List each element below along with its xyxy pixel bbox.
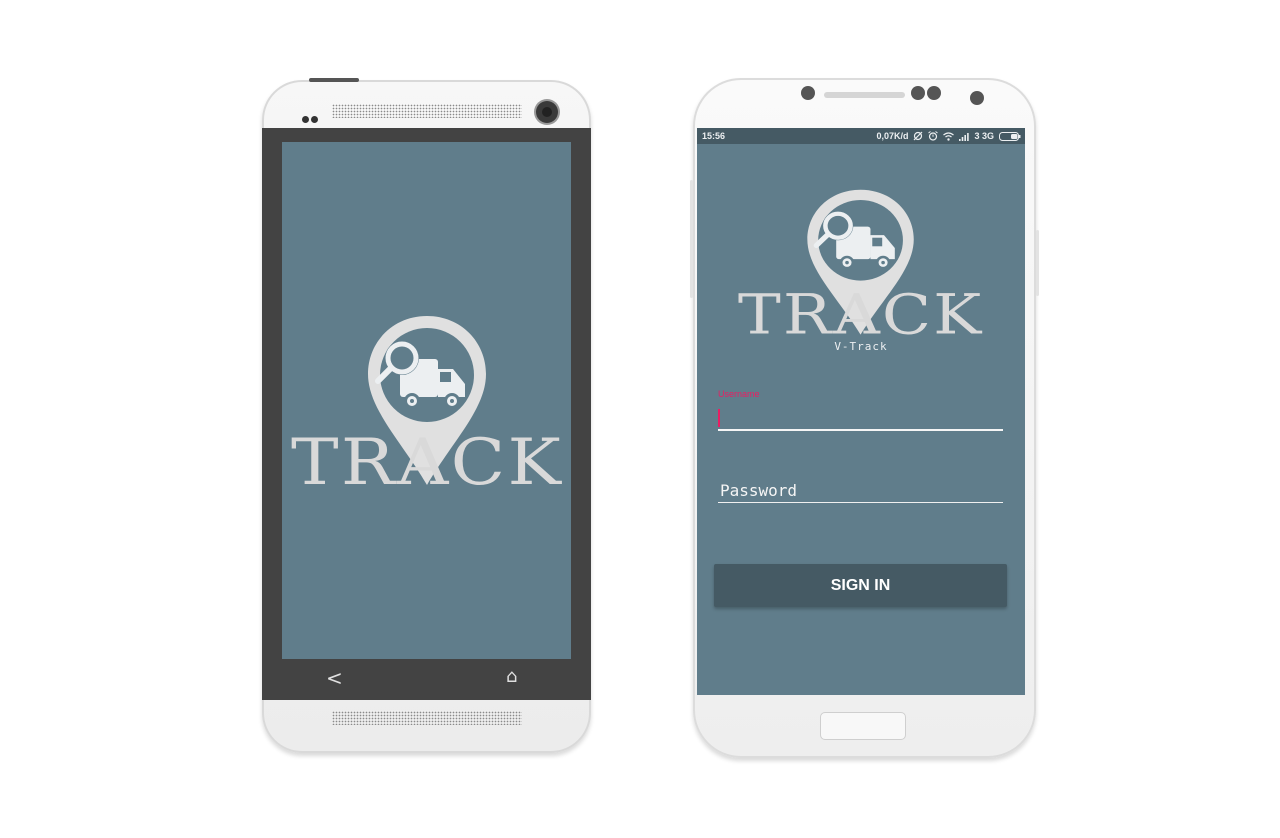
front-camera	[970, 91, 984, 105]
sign-in-button[interactable]: SIGN IN	[714, 564, 1007, 607]
power-button	[309, 78, 359, 82]
signal-icon	[959, 132, 970, 141]
alarm-icon	[928, 131, 939, 141]
status-icons: 0,07K/d 3 3G	[876, 128, 1021, 144]
password-field[interactable]	[718, 476, 1007, 504]
light-sensor	[911, 86, 925, 100]
home-icon[interactable]: ⌂	[506, 666, 517, 687]
track-logo: TRACK	[291, 316, 563, 489]
proximity-sensor	[801, 86, 815, 100]
front-sensors	[302, 110, 320, 128]
wifi-icon	[943, 131, 955, 141]
battery-icon	[999, 131, 1021, 141]
logo-wordmark: TRACK	[291, 426, 563, 489]
status-bar: 15:56 0,07K/d 3 3G	[697, 128, 1025, 144]
splash-phone-mockup: TRACK < ⌂	[262, 78, 591, 753]
login-phone-mockup: 15:56 0,07K/d 3 3G TRACK V-Track Usernam…	[690, 78, 1039, 758]
username-field[interactable]	[718, 403, 1006, 431]
username-input[interactable]	[722, 403, 1006, 431]
home-button[interactable]	[820, 712, 906, 740]
sync-off-icon	[914, 131, 923, 141]
text-caret	[718, 409, 720, 427]
network-speed: 0,07K/d	[876, 131, 909, 141]
volume-button	[690, 180, 693, 298]
top-speaker-grille	[332, 104, 522, 118]
light-sensor	[927, 86, 941, 100]
login-screen: 15:56 0,07K/d 3 3G TRACK V-Track Usernam…	[697, 128, 1025, 695]
logo-wordmark: TRACK	[738, 284, 983, 338]
username-label: Username	[718, 389, 760, 399]
splash-screen: TRACK	[282, 142, 571, 659]
app-name: V-Track	[834, 340, 888, 353]
password-input[interactable]	[718, 476, 1007, 504]
power-button	[1036, 230, 1039, 296]
back-chevron-icon[interactable]: <	[326, 666, 343, 690]
bottom-speaker-grille	[332, 711, 522, 725]
splash-display-frame: TRACK < ⌂	[262, 128, 591, 700]
front-camera	[536, 101, 558, 123]
earpiece-speaker	[824, 92, 905, 98]
track-logo: TRACK	[738, 189, 983, 338]
status-time: 15:56	[702, 131, 726, 141]
network-type: 3 3G	[974, 131, 994, 141]
